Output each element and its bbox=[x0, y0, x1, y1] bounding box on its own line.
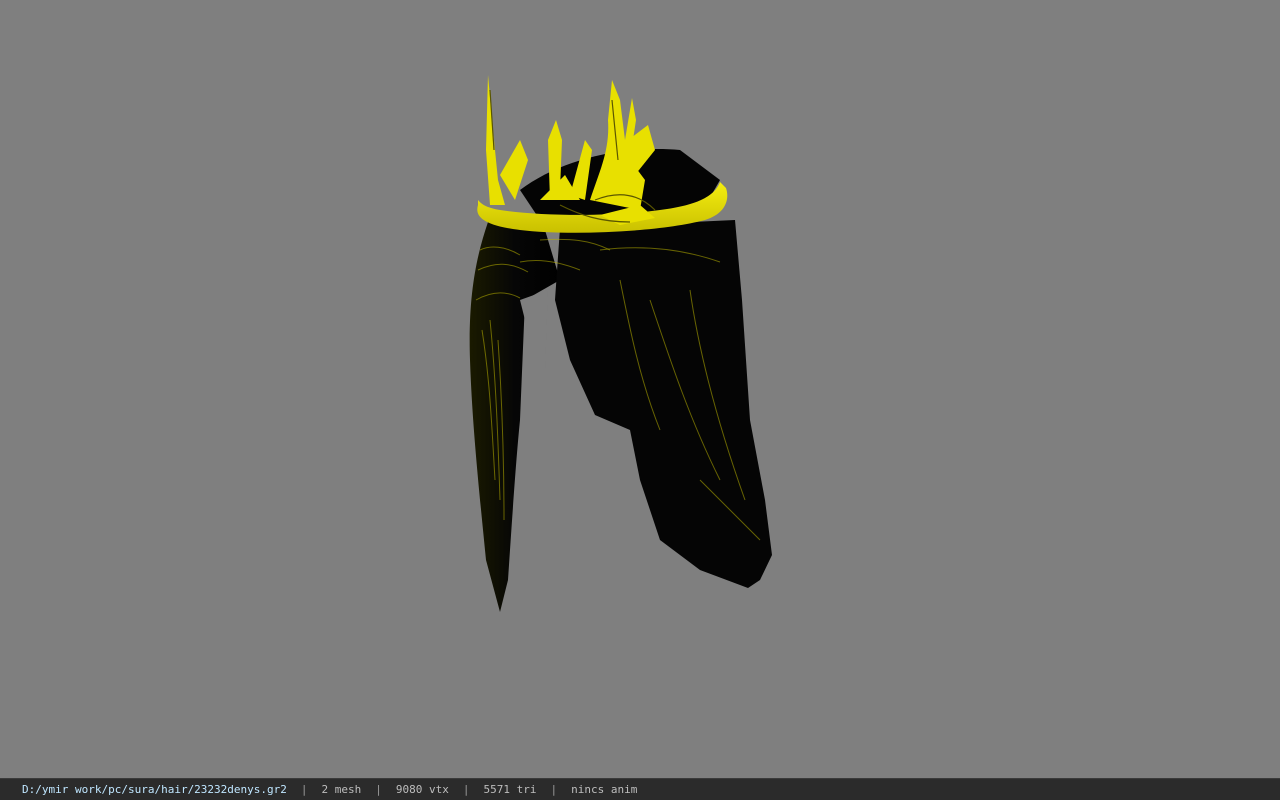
hair-right-body bbox=[555, 220, 772, 588]
animation-info: nincs anim bbox=[571, 783, 638, 796]
model-render bbox=[469, 75, 772, 612]
separator: | bbox=[550, 783, 558, 796]
status-bar: D:/ymir work/pc/sura/hair/23232denys.gr2… bbox=[0, 778, 1280, 800]
triangle-count: 5571 tri bbox=[483, 783, 537, 796]
separator: | bbox=[375, 783, 382, 796]
file-path: D:/ymir work/pc/sura/hair/23232denys.gr2 bbox=[22, 783, 287, 796]
hair-left-strand bbox=[469, 222, 560, 612]
separator: | bbox=[462, 783, 470, 796]
vertex-count: 9080 vtx bbox=[395, 783, 449, 796]
3d-viewport[interactable] bbox=[0, 0, 1280, 778]
separator: | bbox=[300, 783, 308, 796]
mesh-count: 2 mesh bbox=[321, 783, 362, 796]
hair-inner-gap bbox=[520, 290, 548, 375]
